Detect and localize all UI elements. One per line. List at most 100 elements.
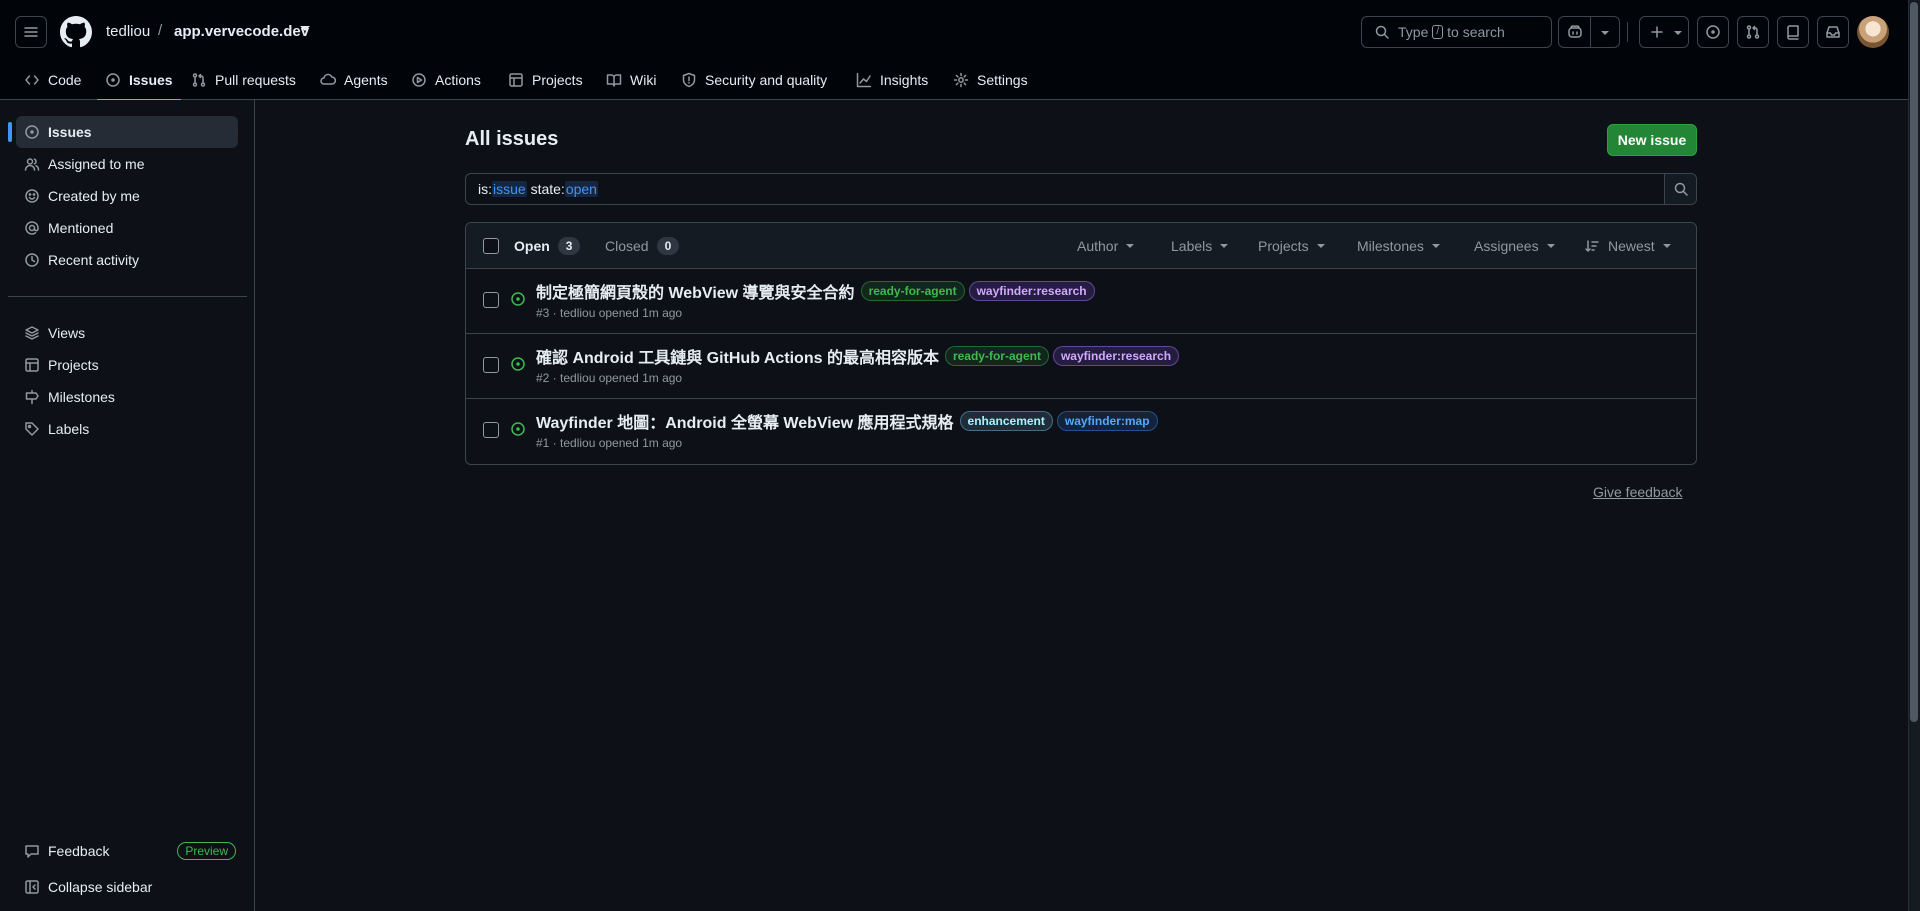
tab-insights[interactable]: Insights: [848, 60, 936, 100]
give-feedback-link[interactable]: Give feedback: [1593, 484, 1683, 500]
tab-label: Pull requests: [215, 72, 296, 88]
caret-down-icon: [1546, 244, 1555, 248]
sidebar-item-label: Collapse sidebar: [48, 879, 153, 895]
tab-label: Security and quality: [705, 72, 828, 88]
sidebar-item-issues[interactable]: Issues: [8, 116, 238, 148]
filter-label: Labels: [1171, 238, 1213, 254]
query-qualifier: is:: [478, 181, 492, 197]
tab-label: Settings: [977, 72, 1028, 88]
sidebar-item-recent-activity[interactable]: Recent activity: [16, 244, 238, 276]
tab-label: Code: [48, 72, 82, 88]
projects-filter[interactable]: Projects: [1258, 238, 1325, 254]
tab-projects[interactable]: Projects: [500, 60, 591, 100]
sidebar-item-label: Assigned to me: [48, 156, 145, 172]
tab-wiki[interactable]: Wiki: [598, 60, 664, 100]
sidebar-item-assigned[interactable]: Assigned to me: [16, 148, 238, 180]
issue-label[interactable]: ready-for-agent: [944, 346, 1049, 366]
tab-label: Issues: [129, 72, 173, 88]
search-icon: [1674, 182, 1688, 196]
new-issue-button[interactable]: New issue: [1607, 124, 1697, 156]
sidebar-item-milestones[interactable]: Milestones: [16, 381, 238, 413]
sidebar-item-label: Milestones: [48, 389, 115, 405]
sidebar-item-views[interactable]: Views: [16, 317, 238, 349]
issue-opened-icon: [25, 125, 39, 139]
sort-label: Newest: [1608, 238, 1655, 254]
sidebar-item-label: Projects: [48, 357, 99, 373]
copilot-menu-caret-icon[interactable]: [1601, 31, 1609, 35]
tab-code[interactable]: Code: [16, 60, 89, 100]
issue-query-input[interactable]: is: issue state: open: [465, 173, 1697, 205]
issue-row[interactable]: Wayfinder 地圖：Android 全螢幕 WebView 應用程式規格 …: [466, 399, 1696, 464]
issue-title-link[interactable]: Wayfinder 地圖：Android 全螢幕 WebView 應用程式規格: [536, 409, 954, 433]
issue-row[interactable]: 確認 Android 工具鏈與 GitHub Actions 的最高相容版本 r…: [466, 334, 1696, 399]
author-filter[interactable]: Author: [1077, 238, 1135, 254]
issue-label[interactable]: enhancement: [959, 411, 1053, 431]
github-logo-icon[interactable]: [60, 16, 92, 48]
sidebar-item-mentioned[interactable]: Mentioned: [16, 212, 238, 244]
sidebar-item-feedback[interactable]: Feedback Preview: [16, 835, 238, 867]
milestones-filter[interactable]: Milestones: [1357, 238, 1440, 254]
repositories-button[interactable]: [1777, 16, 1809, 48]
closed-label: Closed: [605, 238, 649, 254]
issue-title-link[interactable]: 制定極簡網頁殼的 WebView 導覽與安全合約: [536, 279, 855, 303]
user-avatar[interactable]: [1857, 16, 1889, 48]
sort-menu[interactable]: Newest: [1584, 238, 1671, 254]
code-icon: [25, 75, 39, 85]
create-new-button[interactable]: [1639, 16, 1689, 48]
scrollbar-thumb[interactable]: [1910, 2, 1918, 722]
issue-title-link[interactable]: 確認 Android 工具鏈與 GitHub Actions 的最高相容版本: [536, 344, 939, 368]
pull-requests-button[interactable]: [1737, 16, 1769, 48]
sidebar-item-projects[interactable]: Projects: [16, 349, 238, 381]
issue-label[interactable]: wayfinder:map: [1056, 411, 1158, 431]
issue-checkbox[interactable]: [483, 357, 499, 373]
open-issues-tab[interactable]: Open 3: [514, 237, 581, 255]
issue-checkbox[interactable]: [483, 292, 499, 308]
table-icon: [25, 358, 39, 372]
tab-settings[interactable]: Settings: [945, 60, 1036, 100]
select-all-checkbox[interactable]: [483, 238, 499, 254]
sidebar-item-created[interactable]: Created by me: [16, 180, 238, 212]
issue-label[interactable]: wayfinder:research: [1052, 346, 1180, 366]
issues-button[interactable]: [1697, 16, 1729, 48]
issue-row[interactable]: 制定極簡網頁殼的 WebView 導覽與安全合約 ready-for-agent…: [466, 269, 1696, 334]
tab-actions[interactable]: Actions: [403, 60, 489, 100]
menu-button[interactable]: [15, 16, 47, 48]
issue-opened-icon: [1706, 25, 1720, 39]
sort-desc-icon: [1585, 240, 1599, 252]
milestone-icon: [25, 389, 39, 405]
sidebar-item-labels[interactable]: Labels: [16, 413, 238, 445]
search-shortcut-key: /: [1432, 25, 1444, 39]
repo-switch-caret-icon[interactable]: [300, 26, 310, 31]
issues-sidebar: Issues Assigned to me Created by me Ment…: [0, 100, 255, 911]
tab-pull-requests[interactable]: Pull requests: [183, 60, 304, 100]
tab-label: Wiki: [630, 72, 657, 88]
closed-issues-tab[interactable]: Closed 0: [605, 237, 680, 255]
tab-agents[interactable]: Agents: [312, 60, 396, 100]
copilot-button[interactable]: [1558, 16, 1620, 48]
inbox-button[interactable]: [1817, 16, 1849, 48]
issue-opened-icon: [511, 422, 525, 436]
issue-checkbox[interactable]: [483, 422, 499, 438]
assignees-filter[interactable]: Assignees: [1474, 238, 1555, 254]
sidebar-item-label: Recent activity: [48, 252, 140, 268]
tab-issues[interactable]: Issues: [97, 60, 181, 101]
repo-name-link[interactable]: app.vervecode.dev: [174, 23, 309, 40]
search-input[interactable]: Type / to search: [1361, 16, 1552, 48]
query-qualifier: state:: [530, 181, 565, 197]
smiley-icon: [25, 189, 39, 203]
repo-owner-link[interactable]: tedliou: [106, 23, 150, 40]
tab-security[interactable]: Security and quality: [673, 60, 835, 100]
collapse-sidebar-button[interactable]: Collapse sidebar: [16, 871, 238, 903]
comment-icon: [25, 845, 39, 858]
issue-opened-icon: [106, 73, 120, 87]
copilot-divider: [1590, 17, 1591, 47]
tab-label: Agents: [344, 72, 388, 88]
query-search-button[interactable]: [1664, 174, 1696, 204]
page-title: All issues: [465, 128, 559, 150]
tab-label: Actions: [435, 72, 481, 88]
issue-label[interactable]: ready-for-agent: [860, 281, 965, 301]
issue-label[interactable]: wayfinder:research: [968, 281, 1095, 301]
preview-badge: Preview: [177, 842, 236, 860]
tab-label: Insights: [880, 72, 929, 88]
labels-filter[interactable]: Labels: [1171, 238, 1229, 254]
